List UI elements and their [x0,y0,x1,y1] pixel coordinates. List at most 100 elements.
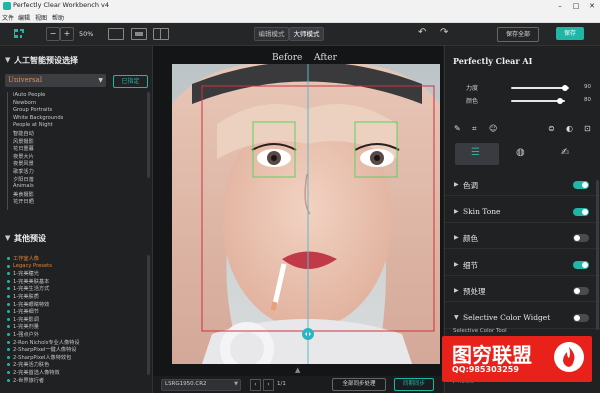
expand-arrow-icon[interactable]: ▶ [454,208,459,215]
menu-view[interactable]: 视图 [35,13,47,22]
ai-preset-item[interactable]: People at Night [13,122,53,128]
other-preset-item[interactable]: 2-世界旅行者 [13,377,44,384]
save-all-button[interactable]: 保存全部 [497,27,539,42]
other-preset-item[interactable]: 1-完美细节 [13,308,39,315]
menu-edit[interactable]: 编辑 [18,13,30,22]
menu-file[interactable]: 文件 [2,13,14,22]
menu-help[interactable]: 帮助 [52,13,64,22]
expand-arrow-icon[interactable]: ▶ [454,261,459,268]
other-preset-item[interactable]: 1-完美瞳光 [13,270,39,277]
ai-list-scrollbar[interactable] [147,92,150,178]
ai-preset-item[interactable]: Newborn [13,100,36,106]
apply-preset-button[interactable]: 已指定 [113,75,148,88]
ai-preset-item[interactable]: Animals [13,183,34,189]
layers-icon[interactable]: ⊜ [548,124,555,133]
single-view-icon[interactable] [108,28,124,40]
preset-select-value: Universal [8,76,43,84]
split-view-icon[interactable] [131,28,147,40]
ai-preset-item[interactable]: 智能自动 [13,130,34,137]
ai-preset-item[interactable]: White Backgrounds [13,115,63,121]
strength-slider[interactable] [511,87,569,89]
ai-preset-item[interactable]: 风景摄影 [13,138,34,145]
ai-preset-item[interactable]: 夕阳日落 [13,176,34,183]
section-toggle[interactable] [573,207,589,216]
section-row[interactable]: ▶ 预处理 [445,281,600,302]
compare-icon[interactable]: ⊡ [584,124,591,133]
sync-all-button[interactable]: 全部同步处理 [332,378,386,391]
section-row[interactable]: ▶ Skin Tone [445,202,600,223]
zoom-out-button[interactable]: − [46,27,60,41]
edit-icon[interactable]: ✎ [454,124,461,133]
other-preset-item[interactable]: 2-完美活力肤色 [13,361,49,368]
sync-button[interactable]: 同期同步 [394,378,434,391]
other-preset-item[interactable]: 2-Ron Nichols专业人像特设 [13,339,80,346]
strength-slider-knob[interactable] [562,85,568,91]
expand-arrow-icon[interactable]: ▼ [454,314,459,321]
other-preset-item[interactable]: 1-完美生活方式 [13,285,49,292]
ai-preset-item[interactable]: 歌季活力 [13,168,34,175]
file-select[interactable]: LSRG1950.CR2 ▼ [161,379,241,391]
redo-icon[interactable]: ↷ [440,27,448,38]
close-icon[interactable]: ✕ [584,0,600,12]
ai-preset-item[interactable]: 夜景风景 [13,160,34,167]
crop-icon[interactable]: ⌗ [472,124,477,134]
other-preset-item[interactable]: 1-完美美肤基本 [13,278,49,285]
tab-master-mode[interactable]: 大师模式 [289,27,324,41]
collapse-icon[interactable]: ▼ [5,56,10,64]
preset-select[interactable]: Universal ▼ [5,74,106,87]
other-preset-item[interactable]: 1-完美肤质 [13,293,39,300]
ai-preset-item[interactable]: 花日重暮 [13,145,34,152]
compare-view-icon[interactable] [153,28,169,40]
before-label: Before [272,53,303,63]
section-row[interactable]: ▶ 颜色 [445,228,600,249]
section-row[interactable]: ▼ Selective Color Widget [445,308,600,329]
other-preset-item[interactable]: 1-完美影调 [13,316,39,323]
expand-arrow-icon[interactable]: ▶ [454,287,459,294]
other-preset-item[interactable]: 2-完美首选人像特效 [13,369,60,376]
tab-effects[interactable]: ◍ [500,143,544,165]
split-icon[interactable]: ◐ [566,124,573,133]
section-toggle[interactable] [573,313,589,322]
section-toggle[interactable] [573,287,589,295]
expand-arrow-icon[interactable]: ▶ [454,181,459,188]
prev-image-button[interactable]: ‹ [250,379,261,391]
other-preset-item[interactable]: 1-强点户外 [13,331,39,338]
bullet-dot-icon [7,378,10,382]
other-preset-item[interactable]: 1-完美剂量 [13,323,39,330]
maximize-icon[interactable]: □ [568,0,584,12]
undo-icon[interactable]: ↶ [418,27,426,38]
tab-adjustments[interactable]: ☰ [455,143,499,165]
save-button[interactable]: 保存 [556,27,584,40]
right-scrollbar[interactable] [596,180,599,330]
ai-preset-item[interactable]: iAuto People [13,92,45,98]
zoom-in-button[interactable]: + [60,27,74,41]
minimize-icon[interactable]: – [552,0,568,12]
other-preset-item[interactable]: 工作室人像 [13,255,39,262]
collapse-icon[interactable]: ▼ [5,234,10,242]
expand-arrow-icon[interactable]: ▶ [454,234,459,241]
portrait-photo[interactable] [172,64,440,364]
other-preset-item[interactable]: 2-SharpPixel人像特效包 [13,354,71,361]
tab-brush[interactable]: ✍ [545,143,589,165]
ai-preset-item[interactable]: 夜景大片 [13,153,34,160]
section-toggle[interactable] [573,260,589,269]
section-label: Skin Tone [463,206,501,216]
next-image-button[interactable]: › [263,379,274,391]
section-toggle[interactable] [573,234,589,242]
ai-preset-item[interactable]: Group Portraits [13,107,52,113]
tab-edit-mode[interactable]: 编辑模式 [254,27,289,41]
section-row[interactable]: ▶ 细节 [445,255,600,276]
ai-preset-item[interactable]: 美食摄影 [13,191,34,198]
other-list-scrollbar[interactable] [147,255,150,375]
other-preset-item[interactable]: Legacy Presets [13,263,52,269]
face-icon[interactable]: ☺ [489,124,497,133]
ai-preset-item[interactable]: 花开日晒 [13,198,34,205]
other-preset-item[interactable]: 1-完美眼睛特效 [13,301,49,308]
sync-all-label: 全部同步处理 [342,381,376,387]
section-toggle[interactable] [573,181,589,189]
expand-up-icon[interactable]: ▲ [295,366,300,374]
color-slider-knob[interactable] [557,98,563,104]
bullet-dot-icon [7,333,10,336]
section-row[interactable]: ▶ 色调 [445,175,600,196]
other-preset-item[interactable]: 2-SharpPixel一键人像特设 [13,346,76,353]
